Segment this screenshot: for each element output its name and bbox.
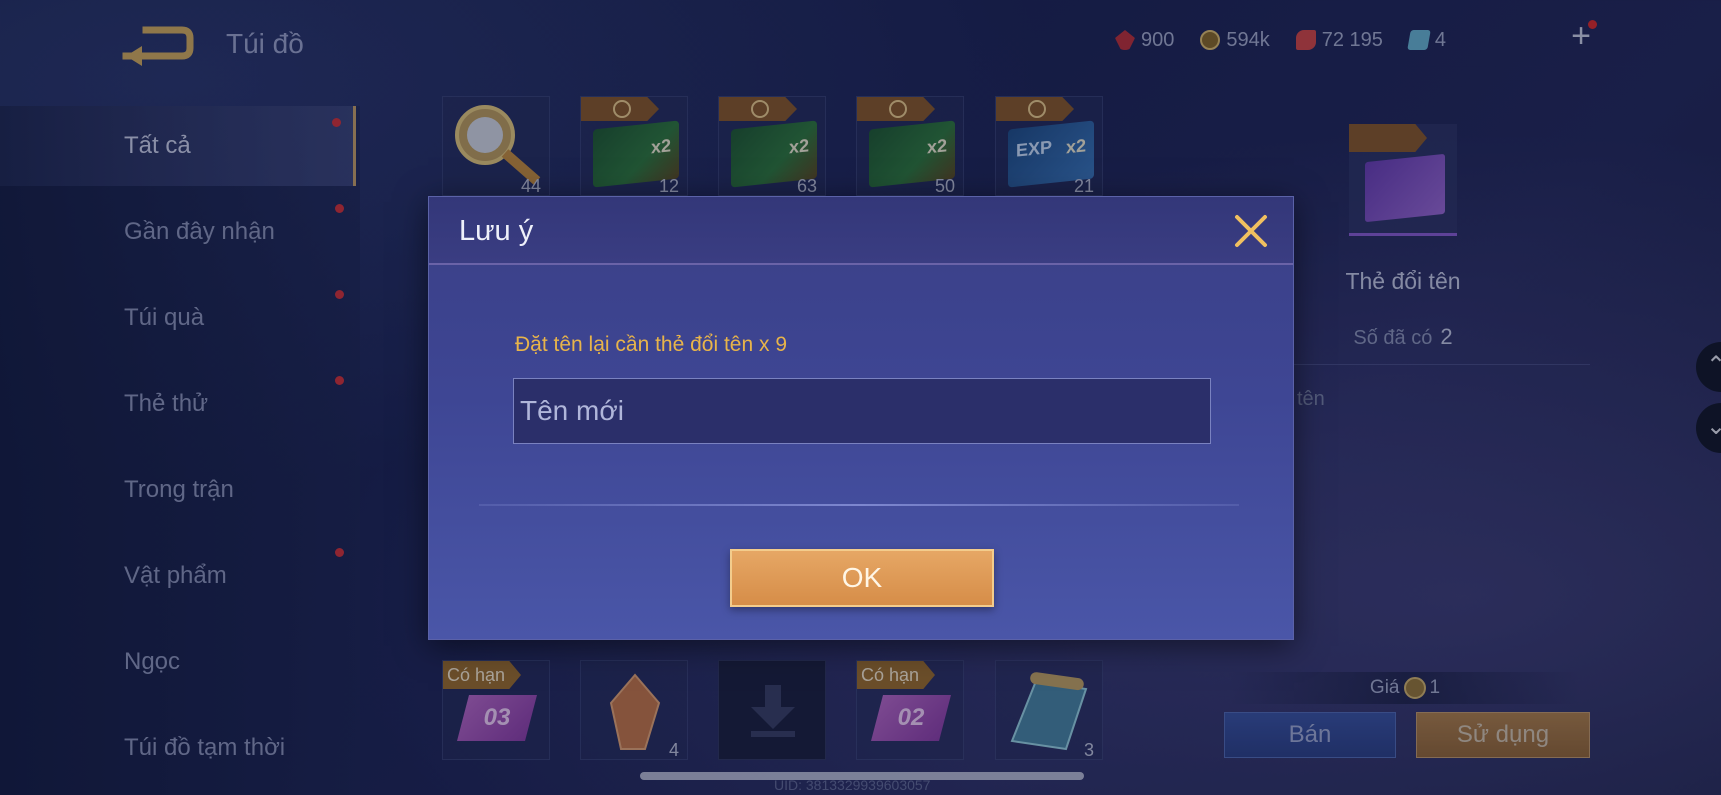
new-name-input[interactable] (513, 378, 1211, 444)
close-button[interactable] (1231, 211, 1271, 251)
dialog-header: Lưu ý (429, 197, 1293, 265)
divider (479, 504, 1239, 506)
close-icon (1235, 215, 1267, 247)
ok-button[interactable]: OK (730, 549, 994, 607)
rename-requirement: Đặt tên lại cần thẻ đổi tên x 9 (515, 333, 788, 356)
dialog-title: Lưu ý (459, 215, 534, 247)
rename-dialog: Lưu ý Đặt tên lại cần thẻ đổi tên x 9 OK (428, 196, 1294, 640)
